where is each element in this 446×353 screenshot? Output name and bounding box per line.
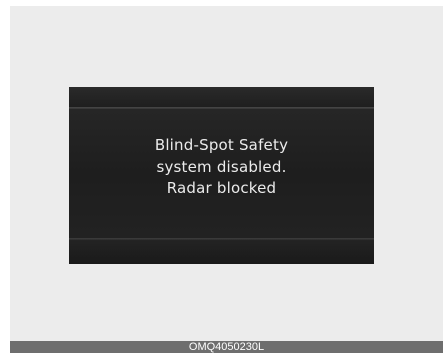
warning-message: Blind-Spot Safety system disabled. Radar… [69,135,374,200]
figure-code: OMQ4050230L [188,341,265,353]
figure-code-bar: OMQ4050230L [10,341,443,353]
instrument-cluster-display: Blind-Spot Safety system disabled. Radar… [69,87,374,264]
warning-message-line: Blind-Spot Safety [154,136,289,154]
warning-message-line: Radar blocked [166,179,277,197]
warning-message-line: system disabled. [156,157,287,176]
display-bottom-band [69,240,374,264]
display-top-band [69,87,374,107]
